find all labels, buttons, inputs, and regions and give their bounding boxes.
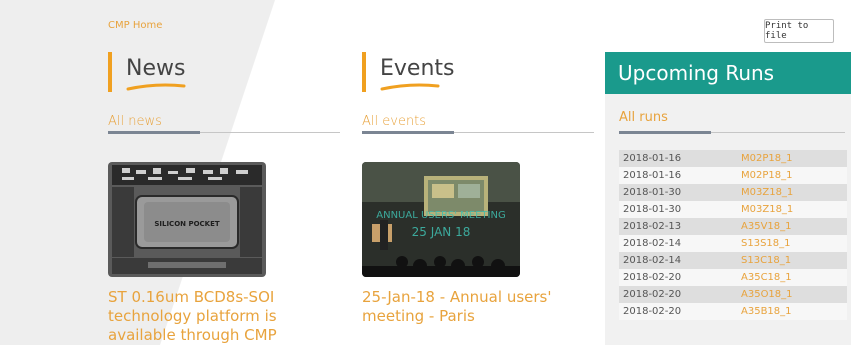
all-news-link[interactable]: All news [108, 114, 162, 129]
run-date: 2018-01-16 [619, 167, 737, 184]
news-divider-accent [108, 131, 200, 134]
run-date: 2018-02-14 [619, 252, 737, 269]
run-name-link[interactable]: A35V18_1 [737, 218, 847, 235]
run-name-link[interactable]: A35O18_1 [737, 286, 847, 303]
run-name-link[interactable]: S13C18_1 [737, 252, 847, 269]
events-title: Events [380, 56, 455, 81]
runs-table-row: 2018-02-20 A35O18_1 [619, 286, 847, 303]
all-events-link[interactable]: All events [362, 114, 426, 129]
run-date: 2018-02-14 [619, 235, 737, 252]
runs-table-row: 2018-02-14 S13C18_1 [619, 252, 847, 269]
heading-accent-bar [362, 52, 366, 92]
heading-swoosh-icon [126, 83, 186, 91]
run-date: 2018-01-30 [619, 201, 737, 218]
heading-accent-bar [108, 52, 112, 92]
run-date: 2018-02-13 [619, 218, 737, 235]
run-name-link[interactable]: M03Z18_1 [737, 184, 847, 201]
events-section: Events All events ANNUAL USERS' MEETING … [362, 52, 594, 325]
run-date: 2018-02-20 [619, 303, 737, 320]
events-heading: Events [362, 52, 594, 92]
events-thumb-overlay-line2: 25 JAN 18 [412, 225, 471, 239]
runs-table-row: 2018-01-30 M03Z18_1 [619, 184, 847, 201]
runs-table-row: 2018-02-13 A35V18_1 [619, 218, 847, 235]
news-heading: News [108, 52, 340, 92]
news-title: News [126, 56, 186, 81]
breadcrumb-home-link[interactable]: CMP Home [108, 20, 162, 31]
runs-table-row: 2018-01-16 M02P18_1 [619, 150, 847, 167]
run-name-link[interactable]: M02P18_1 [737, 167, 847, 184]
events-thumb-overlay-line1: ANNUAL USERS' MEETING [376, 210, 505, 221]
runs-table-row: 2018-01-16 M02P18_1 [619, 167, 847, 184]
upcoming-runs-panel: Upcoming Runs All runs 2018-01-16 M02P18_… [605, 52, 851, 345]
runs-divider-accent [619, 131, 711, 134]
run-name-link[interactable]: M03Z18_1 [737, 201, 847, 218]
events-thumbnail[interactable]: ANNUAL USERS' MEETING 25 JAN 18 [362, 162, 520, 277]
run-date: 2018-01-30 [619, 184, 737, 201]
run-date: 2018-02-20 [619, 286, 737, 303]
runs-table: 2018-01-16 M02P18_1 2018-01-16 M02P18_1 2018… [619, 150, 847, 320]
events-divider-accent [362, 131, 454, 134]
run-name-link[interactable]: A35C18_1 [737, 269, 847, 286]
runs-table-row: 2018-01-30 M03Z18_1 [619, 201, 847, 218]
runs-table-row: 2018-02-14 S13S18_1 [619, 235, 847, 252]
run-date: 2018-01-16 [619, 150, 737, 167]
news-thumb-label: SILICON POCKET [154, 220, 220, 228]
run-date: 2018-02-20 [619, 269, 737, 286]
print-to-file-button[interactable]: Print to file [764, 19, 834, 43]
all-runs-link[interactable]: All runs [619, 110, 668, 125]
run-name-link[interactable]: M02P18_1 [737, 150, 847, 167]
runs-table-row: 2018-02-20 A35B18_1 [619, 303, 847, 320]
run-name-link[interactable]: S13S18_1 [737, 235, 847, 252]
run-name-link[interactable]: A35B18_1 [737, 303, 847, 320]
news-thumbnail[interactable]: SILICON POCKET [108, 162, 266, 277]
runs-table-row: 2018-02-20 A35C18_1 [619, 269, 847, 286]
events-caption-link[interactable]: 25-Jan-18 - Annual users' meeting - Pari… [362, 288, 572, 326]
heading-swoosh-icon [380, 83, 440, 91]
news-section: News All news SILICON POCKET ST 0.16um B… [108, 52, 340, 344]
news-caption-link[interactable]: ST 0.16um BCD8s-SOI technology platform … [108, 288, 318, 345]
upcoming-runs-title: Upcoming Runs [605, 52, 851, 94]
